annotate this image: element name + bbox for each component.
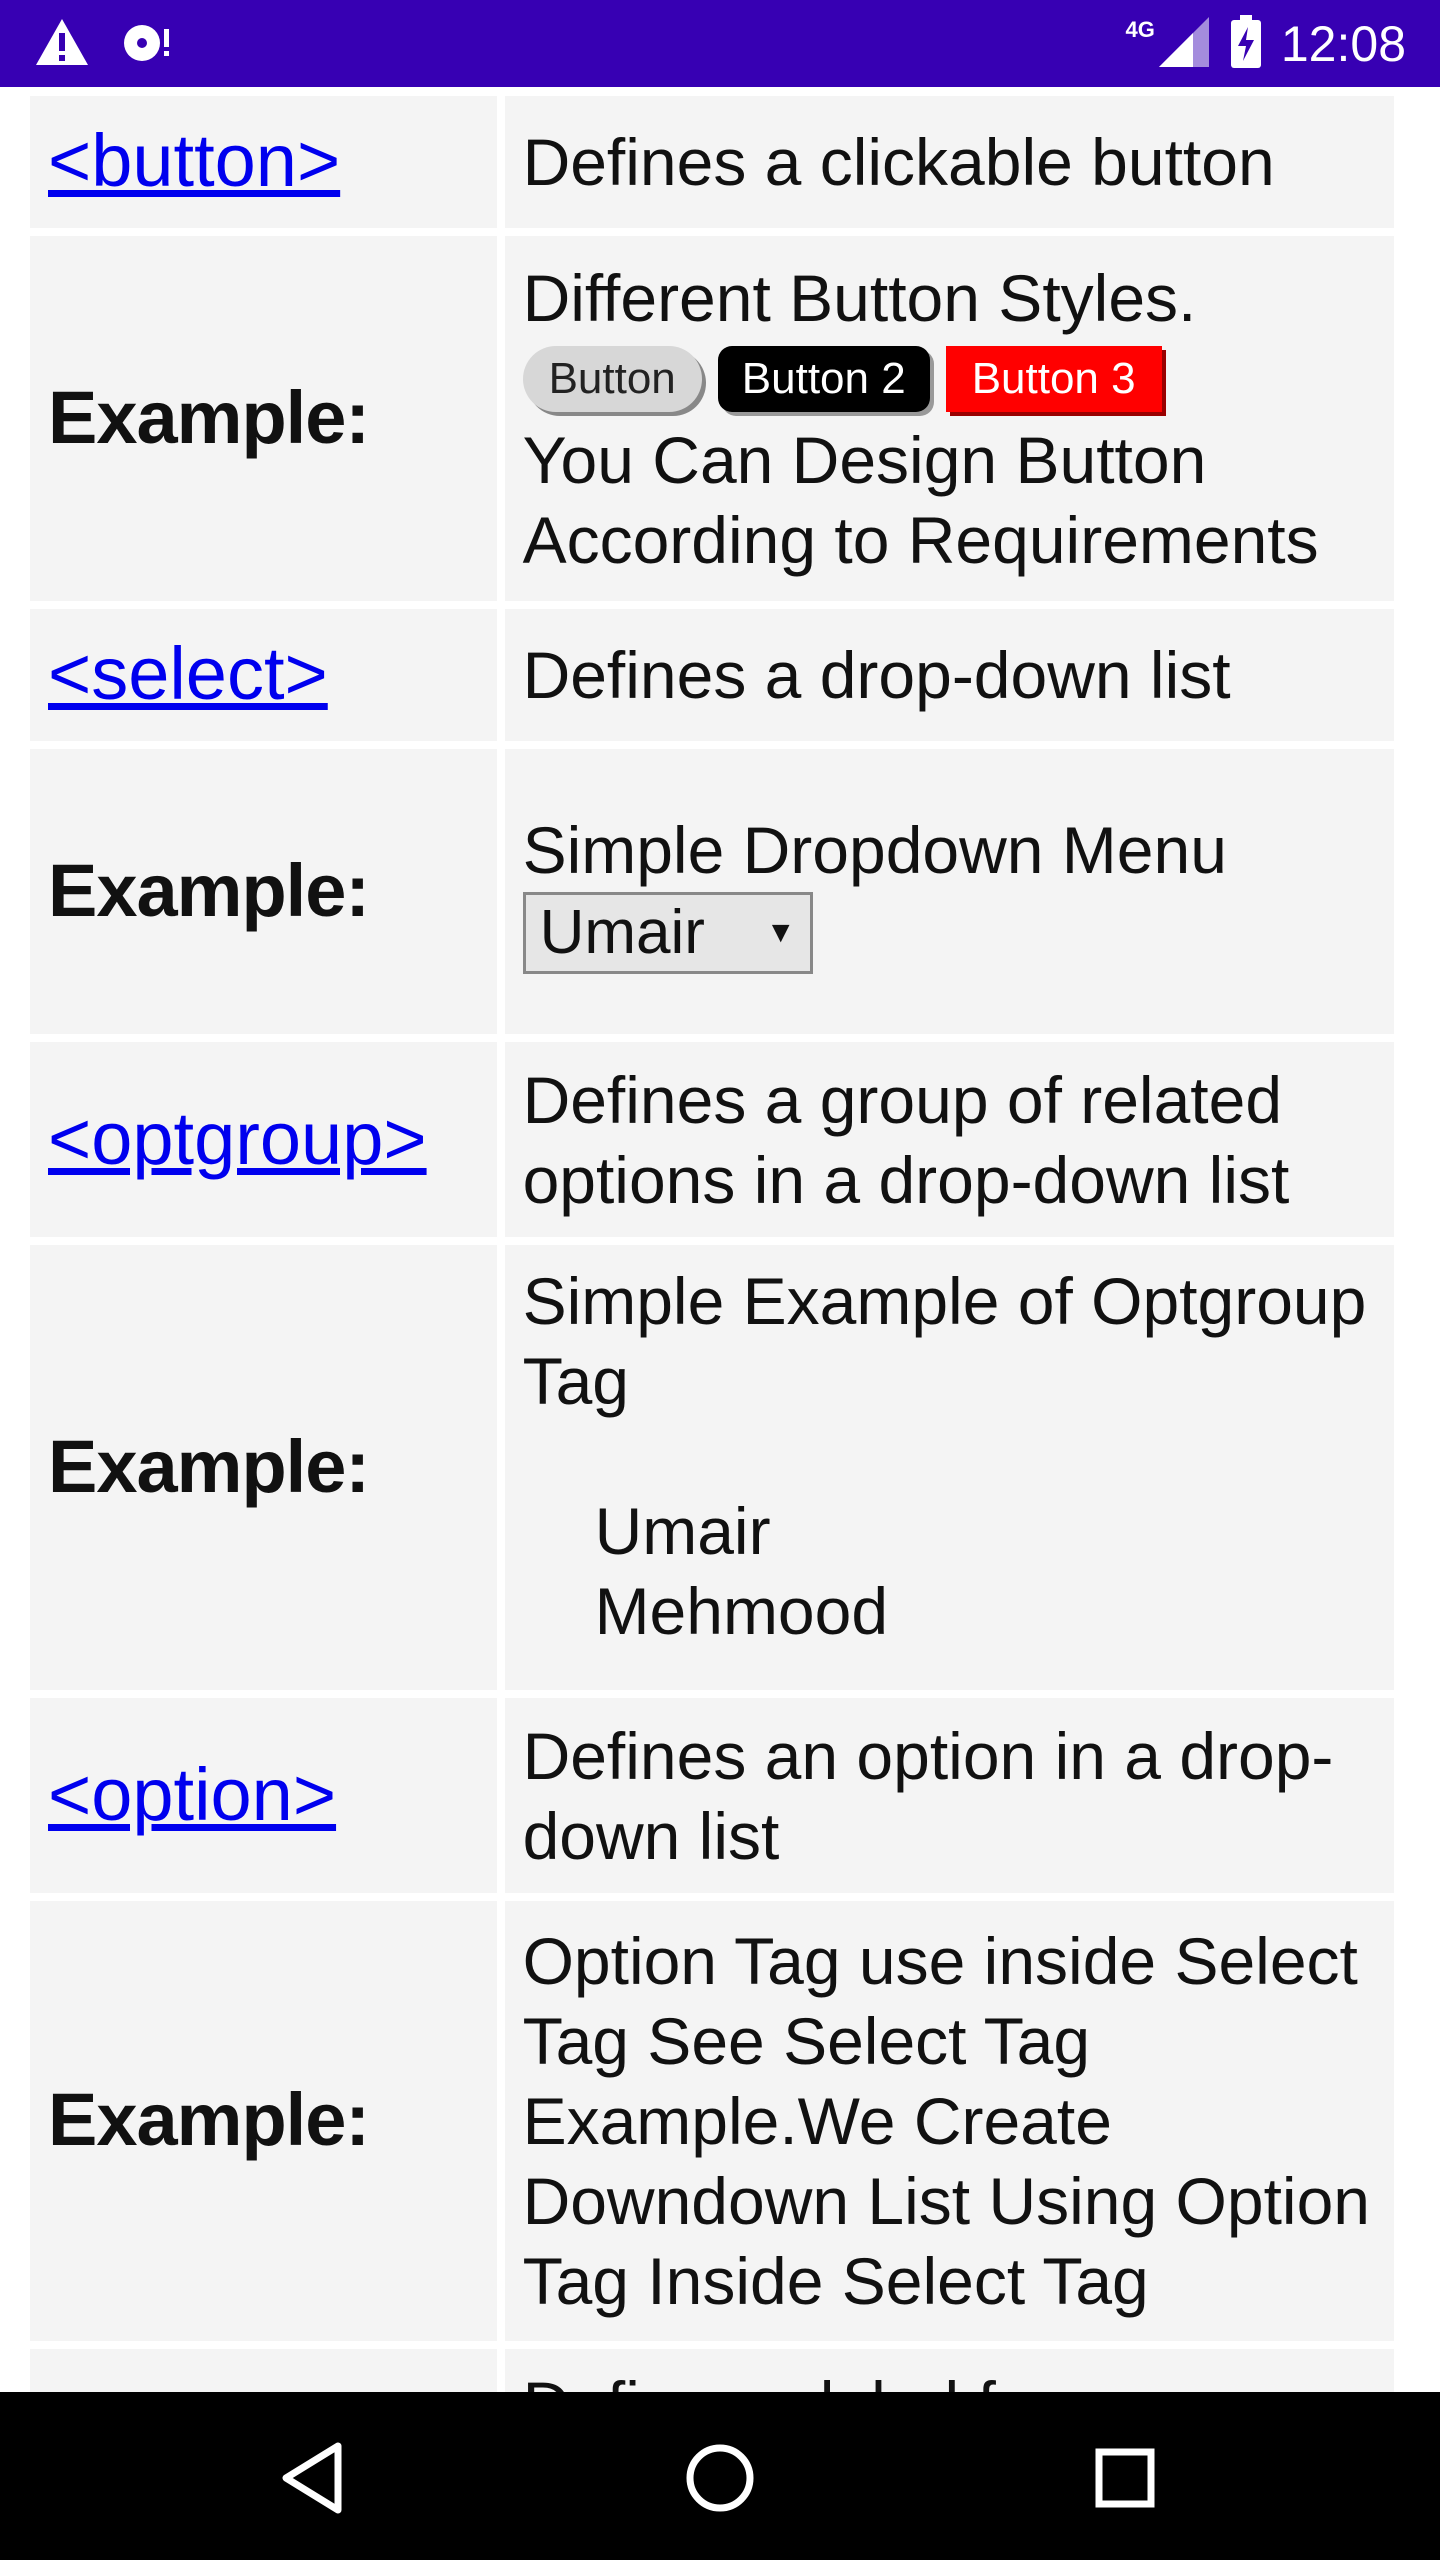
dropdown-value: Umair	[539, 897, 705, 967]
example-intro: Different Button Styles.	[522, 260, 1197, 335]
web-content[interactable]: <button> Defines a clickable button Exam…	[0, 87, 1440, 2392]
example-label-cell: Example:	[30, 749, 497, 1034]
tag-cell: <select>	[30, 609, 497, 741]
example-button-1[interactable]: Button	[522, 345, 702, 412]
dropdown-select[interactable]: Umair ▼	[522, 891, 813, 974]
option-item[interactable]: Umair	[595, 1491, 1376, 1571]
example-outro: You Can Design Button According to Requi…	[522, 422, 1319, 577]
battery-charging-icon	[1229, 14, 1263, 74]
status-bar: 4G 12:08	[0, 0, 1440, 87]
table-row: Example: Simple Example of Optgroup Tag …	[30, 1245, 1394, 1690]
home-icon[interactable]	[680, 2438, 760, 2518]
table-row: Example: Simple Dropdown Menu Umair ▼	[30, 749, 1394, 1034]
example-label-cell: Example:	[30, 236, 497, 601]
tag-link-optgroup[interactable]: <optgroup>	[48, 1097, 427, 1180]
example-cell: Different Button Styles. Button Button 2…	[504, 236, 1394, 601]
dropdown-arrow-icon: ▼	[765, 915, 796, 949]
table-row: <select> Defines a drop-down list	[30, 609, 1394, 741]
example-intro: Simple Dropdown Menu	[522, 812, 1227, 887]
tag-cell: <button>	[30, 96, 497, 228]
table-row: <optgroup> Defines a group of related op…	[30, 1042, 1394, 1237]
example-button-2[interactable]: Button 2	[717, 345, 930, 412]
back-icon[interactable]	[276, 2438, 356, 2518]
table-row: <button> Defines a clickable button	[30, 96, 1394, 228]
button-group: Button Button 2 Button 3	[522, 338, 1376, 420]
tag-cell	[30, 2349, 497, 2392]
example-intro: Simple Example of Optgroup Tag	[522, 1264, 1367, 1418]
tag-cell: <option>	[30, 1698, 497, 1893]
tag-link-select[interactable]: <select>	[48, 632, 328, 715]
description-cell: Defines an option in a drop-down list	[504, 1698, 1394, 1893]
option-item[interactable]: Mehmood	[595, 1571, 1376, 1651]
example-label: Example:	[48, 2078, 370, 2161]
recents-icon[interactable]	[1085, 2438, 1165, 2518]
table-row: Example: Option Tag use inside Select Ta…	[30, 1901, 1394, 2341]
example-label: Example:	[48, 848, 370, 932]
optgroup-list[interactable]: Umair Mehmood	[523, 1491, 1376, 1651]
warning-icon	[34, 17, 90, 72]
description-cell: Defines a drop-down list	[504, 609, 1394, 741]
navigation-bar	[0, 2392, 1440, 2560]
example-text-cell: Option Tag use inside Select Tag See Sel…	[504, 1901, 1394, 2341]
table-row: Defines a label for an <input>	[30, 2349, 1394, 2392]
example-label-cell: Example:	[30, 1901, 497, 2341]
example-cell: Simple Example of Optgroup Tag Umair Meh…	[504, 1245, 1394, 1690]
network-type-label: 4G	[1125, 17, 1155, 42]
media-icon	[120, 17, 176, 72]
table-row: Example: Different Button Styles. Button…	[30, 236, 1394, 601]
example-cell: Simple Dropdown Menu Umair ▼	[504, 749, 1394, 1034]
tag-link-option[interactable]: <option>	[48, 1753, 336, 1836]
description-cell: Defines a group of related options in a …	[504, 1042, 1394, 1237]
example-label: Example:	[48, 375, 370, 459]
description-cell: Defines a label for an <input>	[504, 2349, 1394, 2392]
description-cell: Defines a clickable button	[504, 96, 1394, 228]
example-label-cell: Example:	[30, 1245, 497, 1690]
table-row: <option> Defines an option in a drop-dow…	[30, 1698, 1394, 1893]
example-button-3[interactable]: Button 3	[945, 345, 1162, 412]
tag-cell: <optgroup>	[30, 1042, 497, 1237]
clock: 12:08	[1280, 16, 1406, 72]
tags-table: <button> Defines a clickable button Exam…	[22, 88, 1402, 2392]
signal-icon	[1157, 15, 1211, 74]
tag-link-button[interactable]: <button>	[48, 119, 340, 202]
example-label: Example:	[48, 1424, 370, 1508]
